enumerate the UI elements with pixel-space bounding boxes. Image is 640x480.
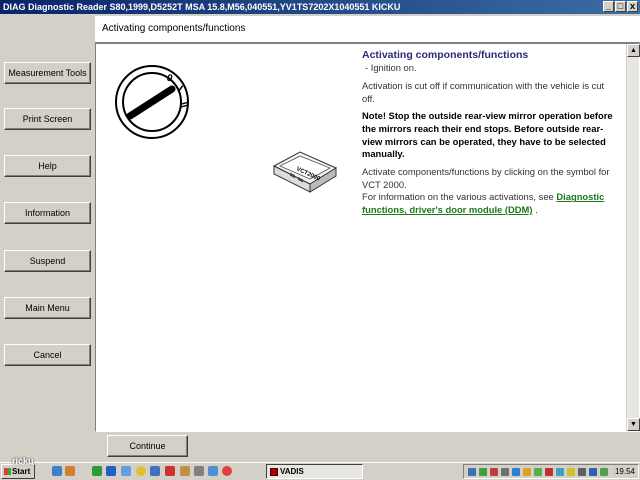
scroll-down-icon[interactable]: ▼: [627, 418, 640, 431]
start-button[interactable]: Start: [1, 464, 35, 479]
measurement-tools-button[interactable]: Measurement Tools: [4, 62, 91, 84]
page-title: Activating components/functions: [102, 23, 246, 34]
minimize-button[interactable]: _: [603, 1, 614, 12]
tray-7-icon[interactable]: [534, 468, 542, 476]
quicklaunch-4-icon[interactable]: [106, 466, 116, 476]
quicklaunch-5-icon[interactable]: [121, 466, 131, 476]
help-button[interactable]: Help: [4, 155, 91, 177]
tray-8-icon[interactable]: [545, 468, 553, 476]
tray-2-icon[interactable]: [479, 468, 487, 476]
vertical-scrollbar[interactable]: ▲ ▼: [626, 44, 640, 431]
page-header: Activating components/functions: [95, 16, 640, 43]
scroll-up-icon[interactable]: ▲: [627, 44, 640, 57]
para-info-prefix: For information on the various activatio…: [362, 191, 554, 203]
system-tray: 19.54: [463, 464, 639, 479]
instructions-text: Activating components/functions - Igniti…: [362, 48, 614, 217]
note-mirrors: Note! Stop the outside rear-view mirror …: [362, 110, 613, 160]
tray-3-icon[interactable]: [490, 468, 498, 476]
suspend-button[interactable]: Suspend: [4, 250, 91, 272]
start-label: Start: [12, 467, 31, 476]
quicklaunch-3-icon[interactable]: [92, 466, 102, 476]
taskbar: Start VADIS 19.54: [0, 462, 640, 480]
taskbar-item-label: VADIS: [280, 467, 304, 476]
vct2000-icon[interactable]: VCT2000: [270, 148, 340, 196]
quicklaunch-8-icon[interactable]: [165, 466, 175, 476]
window-controls: _ □ x: [603, 1, 638, 12]
windows-logo-icon: [4, 468, 11, 476]
taskbar-item-vadis[interactable]: VADIS: [266, 464, 363, 479]
quicklaunch-9-icon[interactable]: [180, 466, 190, 476]
tray-13-icon[interactable]: [600, 468, 608, 476]
continue-button[interactable]: Continue: [107, 435, 188, 457]
title-bar: DIAG Diagnostic Reader S80,1999,D5252T M…: [0, 0, 640, 14]
quicklaunch-2-icon[interactable]: [65, 466, 75, 476]
tray-11-icon[interactable]: [578, 468, 586, 476]
tray-9-icon[interactable]: [556, 468, 564, 476]
quicklaunch-11-icon[interactable]: [208, 466, 218, 476]
close-button[interactable]: x: [627, 1, 638, 12]
quicklaunch-10-icon[interactable]: [194, 466, 204, 476]
cancel-button[interactable]: Cancel: [4, 344, 91, 366]
para-activate: Activate components/functions by clickin…: [362, 165, 610, 190]
tray-12-icon[interactable]: [589, 468, 597, 476]
quicklaunch-7-icon[interactable]: [150, 466, 160, 476]
para-info: For information on the various activatio…: [362, 191, 614, 216]
vadis-app-icon: [270, 467, 278, 476]
clock[interactable]: 19.54: [615, 466, 635, 477]
maximize-button[interactable]: □: [615, 1, 626, 12]
content-panel: 0 I II VCT2000 Activating components/fun…: [95, 43, 640, 432]
quicklaunch-6-icon[interactable]: [136, 466, 146, 476]
tray-6-icon[interactable]: [523, 468, 531, 476]
watermark: ricku: [12, 456, 34, 466]
print-screen-button[interactable]: Print Screen: [4, 108, 91, 130]
tray-5-icon[interactable]: [512, 468, 520, 476]
tray-4-icon[interactable]: [501, 468, 509, 476]
tray-1-icon[interactable]: [468, 468, 476, 476]
window-title: DIAG Diagnostic Reader S80,1999,D5252T M…: [3, 2, 401, 12]
quicklaunch-1-icon[interactable]: [52, 466, 62, 476]
information-button[interactable]: Information: [4, 202, 91, 224]
para-activation-cutoff: Activation is cut off if communication w…: [362, 79, 605, 104]
ignition-switch-icon: 0 I II: [115, 65, 189, 139]
bullet-ignition: - Ignition on.: [365, 62, 417, 74]
para-info-suffix: .: [532, 204, 538, 216]
tray-10-icon[interactable]: [567, 468, 575, 476]
quicklaunch-12-icon[interactable]: [222, 466, 232, 476]
main-menu-button[interactable]: Main Menu: [4, 297, 91, 319]
content-heading: Activating components/functions: [362, 49, 529, 61]
